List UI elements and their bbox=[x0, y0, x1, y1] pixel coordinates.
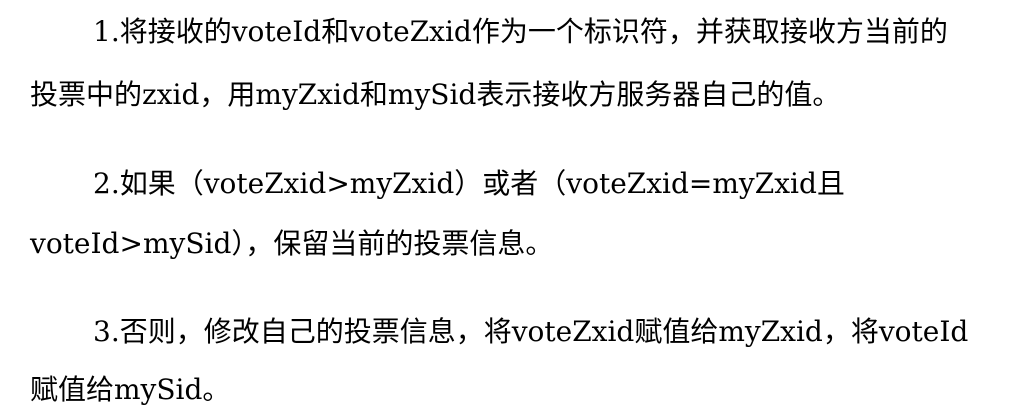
paragraph-3-line-1: 3.否则，修改自己的投票信息，将voteZxid赋值给myZxid，将voteI… bbox=[93, 315, 969, 348]
paragraph-3-line-2: 赋值给mySid。 bbox=[30, 373, 231, 406]
paragraph-2-line-2: voteId>mySid），保留当前的投票信息。 bbox=[30, 227, 554, 260]
paragraph-2-line-1: 2.如果（voteZxid>myZxid）或者（voteZxid=myZxid且 bbox=[93, 167, 845, 200]
paragraph-1-line-1: 1.将接收的voteId和voteZxid作为一个标识符，并获取接收方当前的 bbox=[93, 15, 948, 48]
paragraph-1-line-2: 投票中的zxid，用myZxid和mySid表示接收方服务器自己的值。 bbox=[30, 78, 841, 111]
